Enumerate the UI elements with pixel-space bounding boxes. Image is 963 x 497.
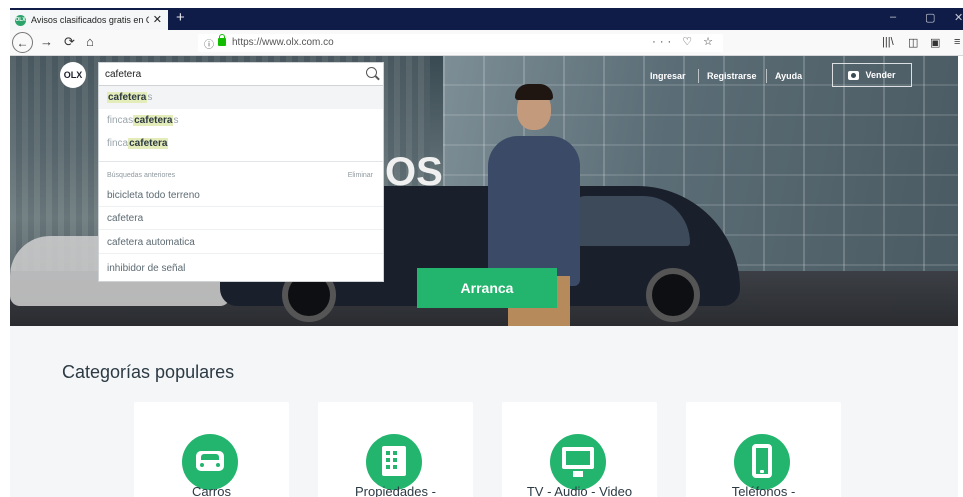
recent-search-item[interactable]: cafetera (99, 208, 383, 230)
arranca-button[interactable]: Arranca (417, 268, 557, 308)
clear-recent-link[interactable]: Eliminar (348, 172, 373, 179)
tab-title: Avisos clasificados gratis en Co (31, 15, 149, 25)
search-box[interactable] (98, 62, 384, 86)
category-card-tv-audio-video[interactable]: TV - Audio - Video (502, 402, 657, 497)
header-divider (766, 69, 767, 83)
camera-icon (848, 70, 860, 80)
login-link[interactable]: Ingresar (650, 71, 686, 81)
right-edge (958, 56, 963, 497)
category-card-carros[interactable]: Carros (134, 402, 289, 497)
recent-search-item[interactable]: cafetera automatica (99, 232, 383, 254)
lock-icon (218, 34, 226, 46)
category-icon-circle (366, 434, 422, 490)
page-actions[interactable]: ··· ♡ ☆ (652, 35, 717, 48)
recent-search-item[interactable]: inhibidor de señal (99, 257, 383, 279)
autocomplete-dropdown: cafetera s fincas cafetera s finca cafet… (98, 86, 384, 282)
navigation-bar: ← → ⟳ ⌂ ⓘ https://www.olx.com.co ··· ♡ ☆… (10, 30, 963, 56)
tab-bar: OLX Avisos clasificados gratis en Co ✕ +… (10, 8, 963, 30)
browser-window: OLX Avisos clasificados gratis en Co ✕ +… (0, 0, 963, 497)
search-input[interactable] (105, 67, 355, 82)
monitor-icon (562, 447, 594, 477)
sell-button[interactable]: Vender (832, 63, 912, 87)
suggestion-highlight: cafetera (133, 115, 174, 126)
screenshot-icon[interactable]: ▣ (930, 36, 940, 49)
category-icon-circle (734, 434, 790, 490)
cropped-caption (0, 0, 963, 8)
suggestion-item[interactable]: fincas cafetera s (99, 109, 383, 132)
sidebar-icon[interactable]: ◫ (908, 36, 918, 49)
car-icon (196, 451, 224, 471)
minimize-button[interactable]: – (890, 11, 896, 23)
menu-icon[interactable]: ≡ (954, 36, 960, 48)
dropdown-divider (99, 161, 383, 162)
category-icon-circle (182, 434, 238, 490)
register-link[interactable]: Registrarse (707, 71, 757, 81)
category-label: Teléfonos - (731, 484, 796, 497)
recent-search-item[interactable]: bicicleta todo terreno (99, 185, 383, 207)
building-icon (382, 446, 406, 476)
category-label: Propiedades - (355, 484, 436, 497)
suggestion-item[interactable]: cafetera s (99, 86, 383, 109)
suggestion-highlight: cafetera (128, 138, 169, 149)
suggestion-highlight: cafetera (107, 92, 148, 103)
search-icon[interactable] (366, 67, 377, 78)
category-icon-circle (550, 434, 606, 490)
category-label: Carros (191, 484, 231, 497)
category-card-propiedades[interactable]: Propiedades - (318, 402, 473, 497)
categories-title: Categorías populares (62, 362, 235, 382)
categories-section: Categorías populares Carros Propiedades … (10, 326, 963, 497)
olx-logo[interactable]: OLX (60, 62, 86, 88)
hero-person-body (488, 136, 580, 286)
maximize-button[interactable]: ▢ (925, 11, 935, 24)
suggestion-item[interactable]: finca cafetera (99, 132, 383, 155)
close-tab-icon[interactable]: ✕ (153, 13, 162, 26)
category-card-telefonos[interactable]: Teléfonos - (686, 402, 841, 497)
header-divider (698, 69, 699, 83)
hero-person-hair (515, 84, 553, 100)
olx-favicon-icon: OLX (15, 14, 26, 26)
home-button[interactable]: ⌂ (86, 34, 94, 49)
hero-background-text: OS (385, 150, 443, 194)
reload-button[interactable]: ⟳ (64, 34, 75, 50)
phone-icon (752, 444, 772, 478)
address-bar[interactable]: ⓘ https://www.olx.com.co ··· ♡ ☆ (198, 34, 723, 52)
browser-tab[interactable]: OLX Avisos clasificados gratis en Co ✕ (10, 10, 168, 30)
category-label: TV - Audio - Video (526, 484, 633, 497)
forward-button[interactable]: → (40, 34, 53, 49)
back-button[interactable]: ← (12, 32, 33, 53)
library-icon[interactable]: |||\ (882, 36, 894, 48)
url-text[interactable]: https://www.olx.com.co (232, 37, 334, 48)
sell-button-label: Vender (865, 70, 896, 80)
close-window-button[interactable]: ✕ (954, 11, 963, 24)
hero-car-wheel (646, 268, 700, 322)
new-tab-button[interactable]: + (176, 9, 185, 26)
help-link[interactable]: Ayuda (775, 71, 802, 81)
recent-searches-header: Búsquedas anteriores (107, 172, 176, 179)
info-icon[interactable]: ⓘ (204, 36, 214, 51)
